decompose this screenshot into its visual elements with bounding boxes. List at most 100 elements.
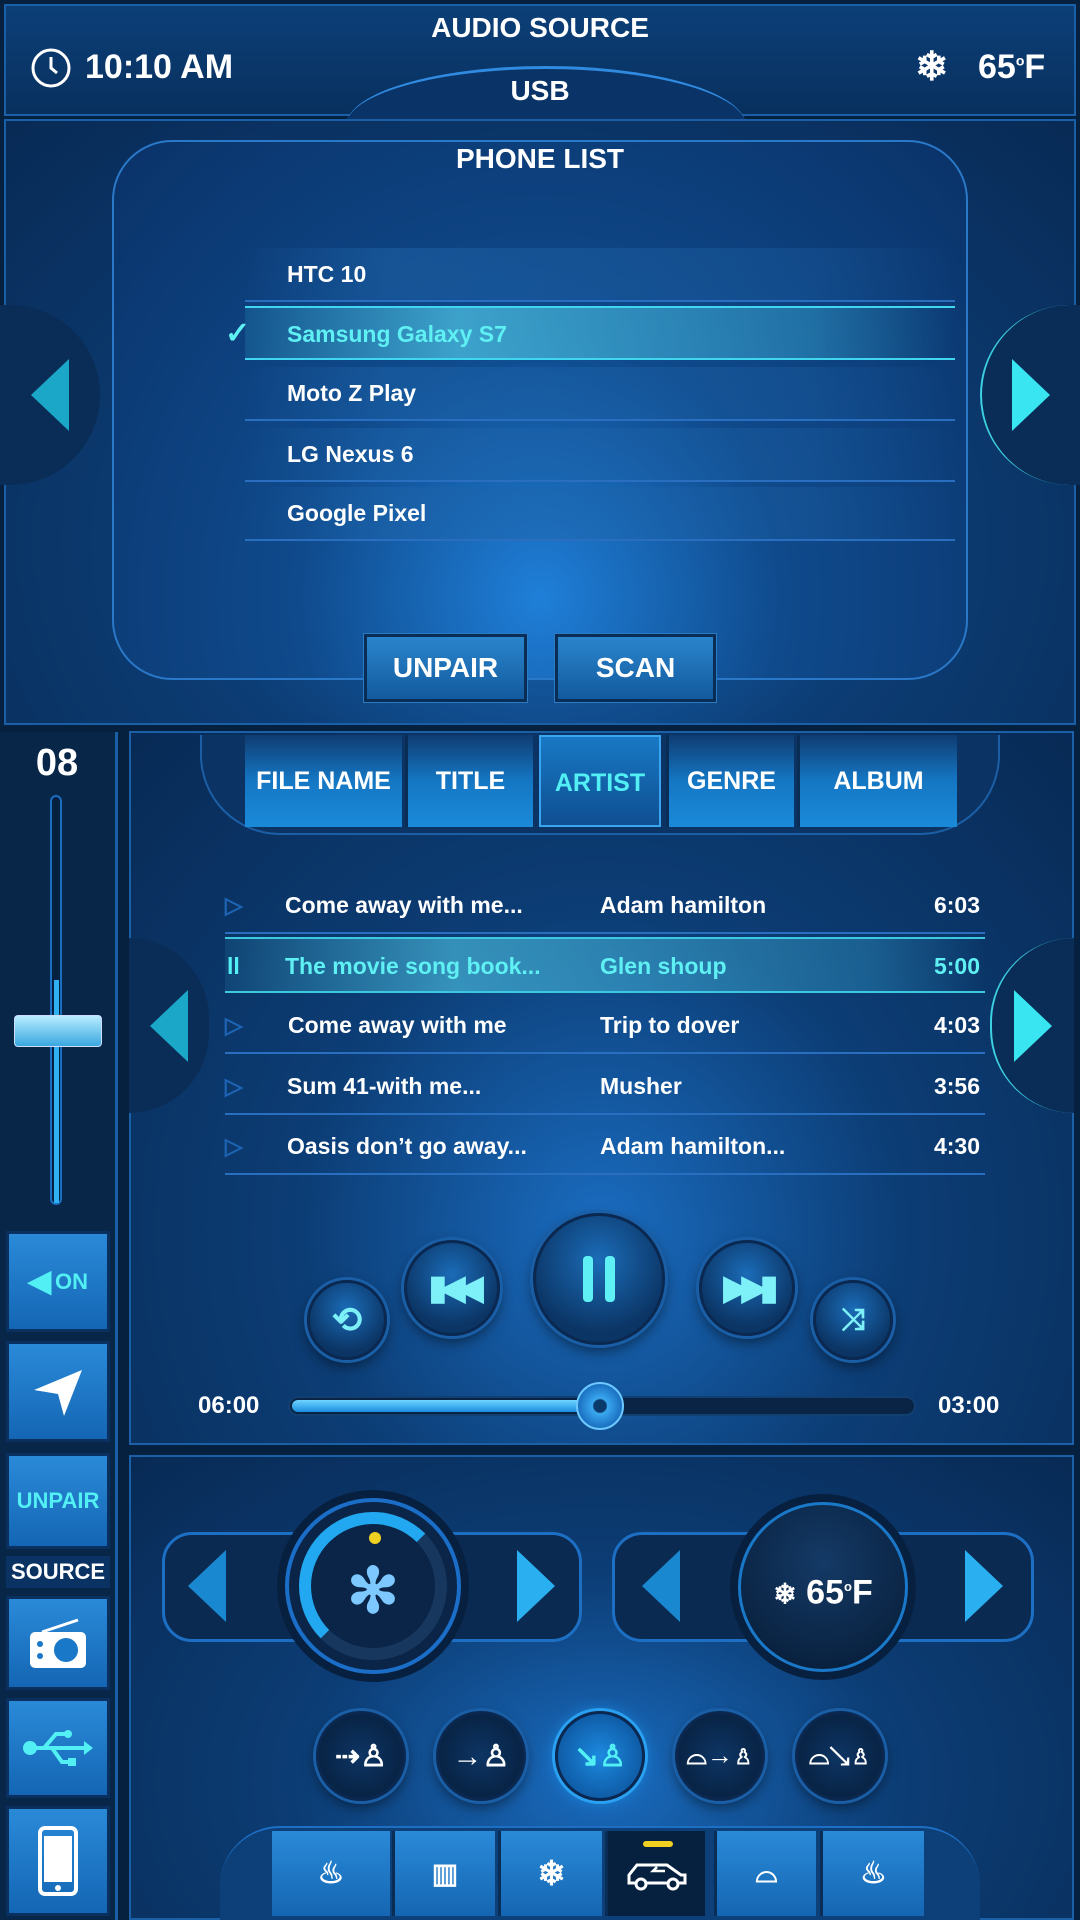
shuffle-button[interactable]: ⤨ bbox=[813, 1280, 893, 1360]
next-button[interactable]: ▶▶▮ bbox=[699, 1240, 795, 1336]
phone-source-button[interactable] bbox=[6, 1806, 110, 1916]
song-row-playing[interactable]: ll The movie song book... Glen shoup 5:00 bbox=[225, 937, 985, 993]
chevron-right-icon bbox=[1014, 989, 1052, 1062]
fan-indicator-dot bbox=[369, 1532, 381, 1544]
tab-title[interactable]: TITLE bbox=[405, 735, 533, 827]
song-duration: 6:03 bbox=[933, 892, 980, 918]
play-icon: ▷ bbox=[225, 1012, 243, 1038]
temperature-display: ❄ 65oF bbox=[738, 1502, 908, 1672]
snowflake-icon: ❄ bbox=[773, 1578, 797, 1610]
airflow-defrost-feet-icon: ⌓↘♙ bbox=[808, 1740, 872, 1770]
tab-genre[interactable]: GENRE bbox=[666, 735, 794, 827]
fan-icon: ✻ bbox=[347, 1557, 399, 1626]
temp-increase-button[interactable] bbox=[965, 1550, 1003, 1622]
song-row[interactable]: ▷ Sum 41-with me... Musher 3:56 bbox=[225, 1059, 985, 1115]
snowflake-icon: ❄ bbox=[537, 1854, 566, 1893]
phone-item-selected[interactable]: ✓ Samsung Galaxy S7 bbox=[225, 306, 955, 360]
song-title: Oasis don’t go away... bbox=[287, 1133, 527, 1159]
car-recirculation-icon bbox=[627, 1863, 686, 1890]
navigation-arrow-icon bbox=[34, 1369, 82, 1416]
phone-name: Google Pixel bbox=[287, 500, 427, 526]
repeat-button[interactable]: ⟲ bbox=[307, 1280, 387, 1360]
play-icon: ▷ bbox=[225, 892, 243, 918]
sidebar-unpair-button[interactable]: UNPAIR bbox=[6, 1453, 110, 1549]
airflow-defrost-face-icon: ⌓→♙ bbox=[686, 1740, 754, 1770]
song-row[interactable]: ▷ Come away with me... Adam hamilton 6:03 bbox=[225, 878, 985, 934]
remaining-time: 03:00 bbox=[938, 1392, 1000, 1419]
temp-decrease-button[interactable] bbox=[642, 1550, 680, 1622]
navigation-button[interactable] bbox=[6, 1341, 110, 1442]
previous-button[interactable]: ▮◀◀ bbox=[404, 1240, 500, 1336]
fan-decrease-button[interactable] bbox=[188, 1550, 226, 1622]
mute-button[interactable]: ◀ ON bbox=[6, 1231, 110, 1332]
skip-back-icon: ▮◀◀ bbox=[428, 1269, 483, 1307]
phone-name: Samsung Galaxy S7 bbox=[287, 321, 507, 347]
seat-heat-icon: ♨ bbox=[860, 1857, 887, 1890]
airflow-feet-button[interactable]: ↘♙ bbox=[555, 1711, 645, 1801]
song-duration: 4:30 bbox=[933, 1133, 980, 1159]
unpair-button[interactable]: UNPAIR bbox=[363, 633, 528, 703]
pause-icon bbox=[583, 1256, 615, 1302]
phone-item[interactable]: LG Nexus 6 bbox=[245, 428, 955, 482]
song-duration: 5:00 bbox=[933, 953, 980, 979]
song-artist: Trip to dover bbox=[600, 1012, 740, 1038]
tab-album[interactable]: ALBUM bbox=[797, 735, 957, 827]
fan-increase-button[interactable] bbox=[517, 1550, 555, 1622]
heated-seat-tab[interactable]: ♨ bbox=[820, 1831, 924, 1916]
usb-icon bbox=[23, 1730, 93, 1766]
volume-slider-fill bbox=[54, 979, 59, 1203]
checkmark-icon: ✓ bbox=[225, 317, 251, 350]
chevron-left-icon bbox=[188, 1550, 226, 1622]
volume-slider-track[interactable] bbox=[50, 795, 62, 1205]
song-row[interactable]: ▷ Oasis don’t go away... Adam hamilton... 4… bbox=[225, 1119, 985, 1175]
volume-slider-handle[interactable] bbox=[14, 1015, 102, 1047]
ac-tab[interactable]: ❄ bbox=[498, 1831, 602, 1916]
song-duration: 4:03 bbox=[933, 1012, 980, 1038]
song-row[interactable]: ▷ Come away with me Trip to dover 4:03 bbox=[225, 998, 985, 1054]
elapsed-time: 06:00 bbox=[198, 1392, 260, 1419]
tab-artist[interactable]: ARTIST bbox=[539, 735, 661, 827]
phone-item[interactable]: Moto Z Play bbox=[245, 367, 955, 421]
song-title: The movie song book... bbox=[285, 953, 541, 979]
heated-seat-back-tab[interactable]: ♨ bbox=[272, 1831, 390, 1916]
play-pause-button[interactable] bbox=[533, 1213, 665, 1345]
song-artist: Glen shoup bbox=[600, 953, 727, 979]
phone-name: LG Nexus 6 bbox=[287, 441, 414, 467]
song-duration: 3:56 bbox=[933, 1073, 980, 1099]
skip-forward-icon: ▶▶▮ bbox=[723, 1269, 778, 1307]
recirculation-tab[interactable] bbox=[605, 1831, 705, 1916]
active-indicator bbox=[643, 1841, 673, 1847]
airflow-defrost-feet-button[interactable]: ⌓↘♙ bbox=[795, 1711, 885, 1801]
header-title: AUDIO SOURCE bbox=[431, 12, 649, 43]
song-title: Come away with me... bbox=[285, 892, 523, 918]
phone-item[interactable]: HTC 10 bbox=[245, 248, 955, 302]
tab-file-name[interactable]: FILE NAME bbox=[245, 735, 402, 827]
song-artist: Musher bbox=[600, 1073, 682, 1099]
progress-knob[interactable] bbox=[576, 1382, 624, 1430]
play-icon: ▷ bbox=[225, 1133, 243, 1159]
chevron-left-icon bbox=[31, 359, 69, 431]
scan-button[interactable]: SCAN bbox=[554, 633, 717, 703]
mute-label: ON bbox=[55, 1268, 89, 1294]
chevron-right-icon bbox=[965, 1550, 1003, 1622]
chevron-right-icon bbox=[1012, 359, 1050, 431]
radio-source-button[interactable] bbox=[6, 1596, 110, 1690]
chevron-left-icon bbox=[642, 1550, 680, 1622]
radio-icon bbox=[30, 1618, 86, 1668]
front-defrost-tab[interactable]: ⌓ bbox=[714, 1831, 816, 1916]
airflow-feet-icon: ↘♙ bbox=[573, 1739, 627, 1773]
fan-speed-dial[interactable]: ✻ bbox=[285, 1498, 461, 1674]
volume-value: 08 bbox=[35, 742, 79, 784]
pause-icon: ll bbox=[227, 953, 240, 979]
rear-defrost-icon: ▥ bbox=[431, 1858, 459, 1889]
phone-item[interactable]: Google Pixel bbox=[245, 487, 955, 541]
airflow-face-feet-button[interactable]: ⇢♙ bbox=[316, 1711, 406, 1801]
speaker-icon: ◀ bbox=[27, 1265, 52, 1298]
usb-source-button[interactable] bbox=[6, 1698, 110, 1798]
airflow-defrost-face-button[interactable]: ⌓→♙ bbox=[675, 1711, 765, 1801]
shuffle-icon: ⤨ bbox=[841, 1303, 865, 1336]
smartphone-icon bbox=[38, 1826, 78, 1896]
rear-defrost-tab[interactable]: ▥ bbox=[392, 1831, 495, 1916]
airflow-face-button[interactable]: →♙ bbox=[436, 1711, 526, 1801]
song-title: Come away with me bbox=[288, 1012, 507, 1038]
